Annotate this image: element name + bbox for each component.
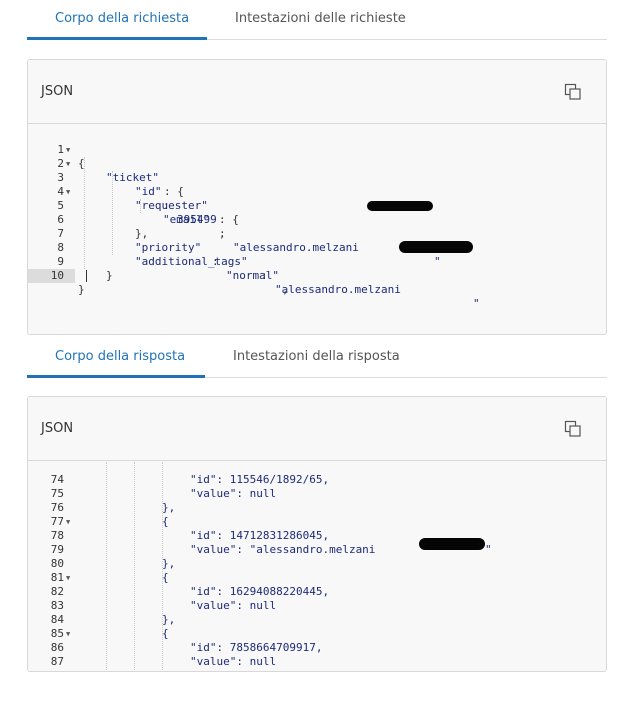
code-line: } (106, 269, 113, 282)
code-text: "value": null (190, 655, 277, 668)
tab-request-body[interactable]: Corpo della richiesta (55, 0, 189, 38)
panel-title: JSON (41, 84, 74, 99)
code-editor[interactable]: 1 ▼ 2 ▼ 3 4 ▼ 5 6 7 8 9 10 { "ticket" : { "id" : 395… (28, 125, 606, 334)
code-line: "id": 16294088220445, (28, 585, 606, 599)
code-line: }, (28, 557, 606, 571)
request-json-panel: JSON 1 ▼ 2 ▼ 3 4 ▼ 5 6 7 8 9 10 { "ticket" : { "id" … (27, 59, 607, 335)
code-text: { (162, 627, 169, 640)
code-line: { (28, 515, 606, 529)
code-text: }, (162, 613, 176, 626)
code-text: { (162, 515, 169, 528)
redaction-mark (399, 241, 473, 253)
copy-icon[interactable] (564, 420, 582, 438)
code-line: "email" : "alessandro.melzani " (163, 213, 441, 268)
code-text: "value": null (190, 599, 277, 612)
code-line: "id" : 395499 , (135, 185, 226, 240)
code-line: "id": 14712831286045, (28, 529, 606, 543)
active-tab-indicator (27, 37, 207, 40)
code-text: " (485, 543, 492, 556)
code-line: "value": "alessandro.melzani " (28, 543, 606, 557)
code-text: "id": 14712831286045, (190, 529, 330, 542)
code-line: "value": null (28, 655, 606, 669)
code-text: { (162, 571, 169, 584)
code-text: "id": 7858664709917, (190, 641, 323, 654)
code-line: }, (28, 613, 606, 627)
panel-title: JSON (41, 421, 74, 436)
code-line: "additional_tags" : "alessandro.melzani … (135, 255, 480, 310)
copy-icon[interactable] (564, 83, 582, 101)
code-editor[interactable]: 74 75 76 77 ▼ 78 79 80 81 ▼ 82 83 84 85 ▼ 86 87 "id": 11… (28, 462, 606, 671)
code-line: }, (135, 227, 149, 240)
code-line: { (28, 627, 606, 641)
code-line: "priority" : "normal" , (135, 241, 289, 296)
code-line: } (28, 269, 606, 296)
code-line: "value": null (28, 487, 606, 501)
code-line: { (78, 157, 85, 170)
response-tabs: Corpo della risposta Intestazioni della … (27, 338, 607, 378)
code-line: { (28, 571, 606, 585)
code-text: }, (162, 501, 176, 514)
code-text: "id": 115546/1892/65, (190, 473, 330, 486)
active-tab-indicator (27, 375, 205, 378)
code-text: "value": null (190, 487, 277, 500)
text-cursor (86, 270, 87, 282)
response-json-panel: JSON 74 75 76 77 ▼ 78 79 80 81 ▼ 82 83 84 85 ▼ 86 87 "id… (27, 396, 607, 672)
code-line: "ticket" : { (106, 171, 184, 198)
code-line: }, (28, 501, 606, 515)
code-line: "id": 7858664709917, (28, 641, 606, 655)
code-line: "id": 115546/1892/65, (28, 473, 606, 487)
tab-response-body[interactable]: Corpo della risposta (55, 338, 185, 376)
tab-response-headers[interactable]: Intestazioni della risposta (233, 338, 400, 376)
panel-header: JSON (28, 397, 606, 461)
request-tabs: Corpo della richiesta Intestazioni delle… (27, 0, 607, 40)
code-text: "value": "alessandro.melzani (190, 543, 376, 556)
code-line: "requester" : { (135, 199, 239, 226)
code-text: }, (162, 557, 176, 570)
tab-request-headers[interactable]: Intestazioni delle richieste (235, 0, 406, 38)
code-text: "id": 16294088220445, (190, 585, 330, 598)
panel-header: JSON (28, 60, 606, 124)
redaction-mark (367, 201, 433, 211)
redaction-mark (419, 538, 485, 550)
code-line: "value": null (28, 599, 606, 613)
